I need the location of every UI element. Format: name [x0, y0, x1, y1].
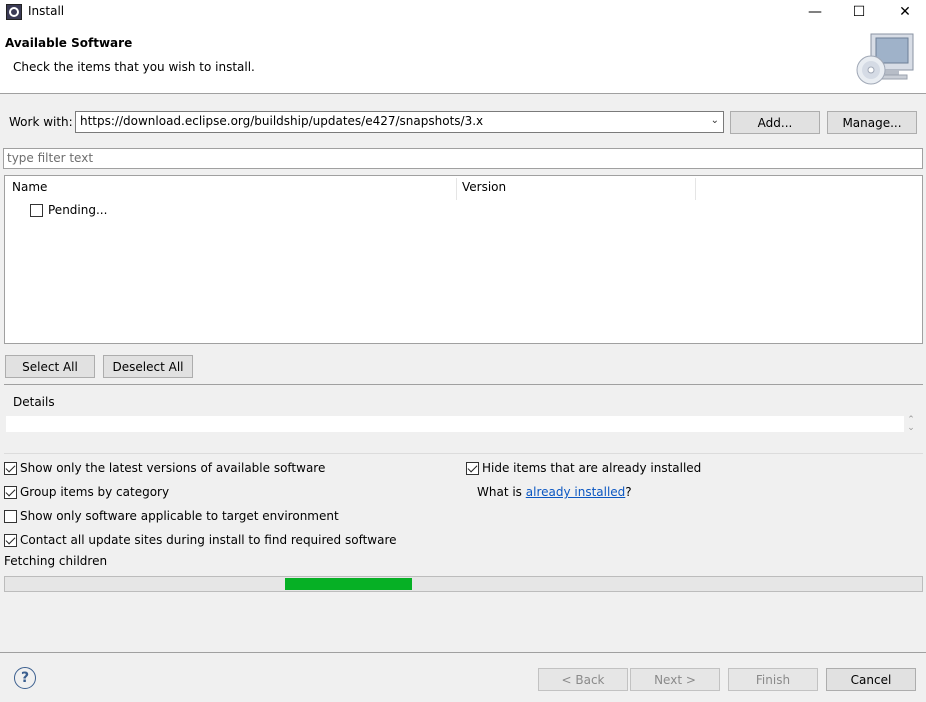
deselect-all-button[interactable]: Deselect All [103, 355, 193, 378]
work-with-label: Work with: [9, 115, 73, 129]
eclipse-app-icon [6, 4, 22, 20]
details-scrollbar[interactable]: ⌃ ⌄ [905, 416, 917, 434]
details-text [6, 416, 904, 432]
option-show-applicable[interactable]: Show only software applicable to target … [4, 509, 339, 523]
contact-sites-label: Contact all update sites during install … [20, 533, 397, 547]
group-by-category-label: Group items by category [20, 485, 170, 499]
table-row[interactable]: Pending... [30, 203, 107, 217]
work-with-combo[interactable]: https://download.eclipse.org/buildship/u… [75, 111, 724, 133]
progress-indicator [285, 578, 412, 590]
select-all-button[interactable]: Select All [5, 355, 95, 378]
progress-bar [4, 576, 923, 592]
group-by-category-checkbox[interactable] [4, 485, 17, 499]
option-group-by-category[interactable]: Group items by category [4, 485, 169, 499]
filter-input[interactable]: type filter text [3, 148, 923, 169]
title-bar [0, 0, 926, 24]
work-with-value: https://download.eclipse.org/buildship/u… [80, 114, 484, 128]
close-button[interactable]: ✕ [882, 0, 926, 24]
window-title: Install [28, 4, 65, 18]
page-description: Check the items that you wish to install… [13, 60, 255, 74]
cancel-button[interactable]: Cancel [826, 668, 916, 691]
details-label: Details [13, 395, 55, 409]
show-latest-label: Show only the latest versions of availab… [20, 461, 326, 475]
minimize-button[interactable]: — [792, 0, 838, 24]
column-separator[interactable] [456, 178, 457, 200]
hide-installed-label: Hide items that are already installed [482, 461, 702, 475]
back-button[interactable]: < Back [538, 668, 628, 691]
show-latest-checkbox[interactable] [4, 461, 17, 475]
what-is-suffix: ? [625, 485, 632, 499]
contact-sites-checkbox[interactable] [4, 533, 17, 547]
hide-installed-checkbox[interactable] [466, 461, 479, 475]
install-wizard-icon [856, 33, 914, 85]
chevron-down-icon[interactable]: ⌄ [711, 115, 719, 126]
row-checkbox[interactable] [30, 203, 43, 217]
what-is-prefix: What is [477, 485, 526, 499]
help-icon[interactable]: ? [14, 667, 36, 689]
option-show-latest[interactable]: Show only the latest versions of availab… [4, 461, 325, 475]
already-installed-link[interactable]: already installed [526, 485, 626, 499]
add-button[interactable]: Add... [730, 111, 820, 134]
separator [0, 652, 926, 653]
header-banner [0, 24, 926, 94]
finish-button[interactable]: Finish [728, 668, 818, 691]
software-table: Name Version Pending... [4, 175, 923, 344]
page-title: Available Software [5, 36, 133, 50]
next-button[interactable]: Next > [630, 668, 720, 691]
separator [4, 384, 923, 385]
show-applicable-label: Show only software applicable to target … [20, 509, 339, 523]
manage-button[interactable]: Manage... [827, 111, 917, 134]
column-separator[interactable] [695, 178, 696, 200]
show-applicable-checkbox[interactable] [4, 509, 17, 523]
option-hide-installed[interactable]: Hide items that are already installed [466, 461, 701, 475]
option-contact-sites[interactable]: Contact all update sites during install … [4, 533, 397, 547]
separator [4, 453, 923, 454]
status-text: Fetching children [4, 554, 108, 568]
column-header-version[interactable]: Version [462, 180, 506, 194]
row-name: Pending... [48, 203, 108, 217]
maximize-button[interactable]: ☐ [836, 0, 882, 24]
what-is-installed: What is already installed? [477, 485, 632, 499]
column-header-name[interactable]: Name [12, 180, 47, 194]
